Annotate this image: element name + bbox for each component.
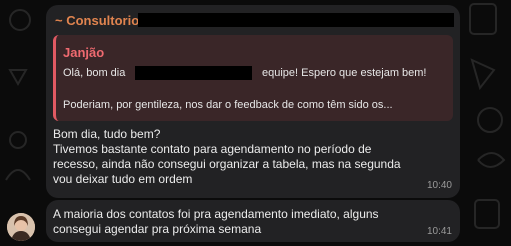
reply-text-start: Olá, bom dia bbox=[63, 67, 126, 79]
message-line: Bom dia, tudo bem? bbox=[53, 127, 161, 141]
message-text: Bom dia, tudo bem? Tivemos bastante cont… bbox=[53, 127, 453, 187]
message-line: vou deixar tudo em ordem bbox=[53, 172, 193, 186]
reply-text-line-2: Poderiam, por gentileza, nos dar o feedb… bbox=[63, 99, 393, 111]
message-time: 10:40 bbox=[426, 180, 452, 191]
reply-quote[interactable]: Janjão Olá, bom dia equipe! Espero que e… bbox=[53, 35, 453, 121]
sender-avatar[interactable] bbox=[7, 213, 35, 241]
message-bubble[interactable]: A maioria dos contatos foi pra agendamen… bbox=[46, 200, 460, 242]
sender-name[interactable]: ~ Consultorio bbox=[55, 13, 139, 28]
reply-text-line-1: Olá, bom dia equipe! Espero que estejam … bbox=[63, 67, 427, 79]
reply-text-end: equipe! Espero que estejam bem! bbox=[262, 67, 427, 79]
redaction-bar bbox=[138, 13, 454, 27]
message-line: recesso, ainda não consegui organizar a … bbox=[53, 157, 401, 171]
redaction-bar bbox=[135, 66, 252, 80]
avatar-photo-icon bbox=[7, 213, 35, 241]
reply-author: Janjão bbox=[63, 45, 105, 60]
message-line: consegui agendar pra próxima semana bbox=[53, 222, 262, 236]
message-bubble[interactable]: ~ Consultorio Janjão Olá, bom dia equipe… bbox=[46, 5, 460, 198]
message-line: Tivemos bastante contato para agendament… bbox=[53, 142, 372, 156]
message-text: A maioria dos contatos foi pra agendamen… bbox=[53, 207, 379, 237]
message-line: A maioria dos contatos foi pra agendamen… bbox=[53, 207, 379, 221]
message-time: 10:41 bbox=[426, 226, 452, 237]
